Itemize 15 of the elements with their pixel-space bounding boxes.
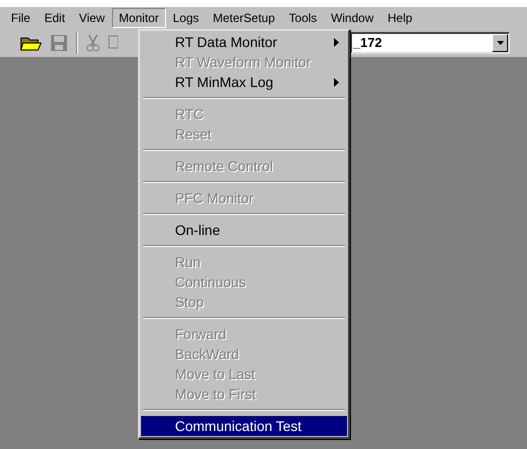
menu-bar-item[interactable]: View: [72, 8, 112, 28]
menu-bar-item[interactable]: MeterSetup: [206, 8, 282, 28]
combo-box[interactable]: _172: [350, 32, 510, 54]
menu-bar-item[interactable]: Logs: [166, 8, 206, 28]
menu-bar-item[interactable]: File: [4, 8, 38, 28]
menu-item[interactable]: RT MinMax Log: [141, 72, 347, 92]
menu-item[interactable]: RT Data Monitor: [141, 32, 347, 52]
menu-bar-item[interactable]: Edit: [37, 8, 72, 28]
menu-bar-item[interactable]: Window: [324, 8, 381, 28]
menu-item[interactable]: On-line: [141, 220, 347, 240]
menu-bar-item[interactable]: Monitor: [112, 8, 166, 28]
scissors-icon[interactable]: [86, 34, 100, 52]
menu-bar-item[interactable]: Help: [380, 8, 420, 28]
menu-item[interactable]: Communication Test: [141, 416, 347, 436]
menu-bar-item[interactable]: Tools: [282, 8, 324, 28]
